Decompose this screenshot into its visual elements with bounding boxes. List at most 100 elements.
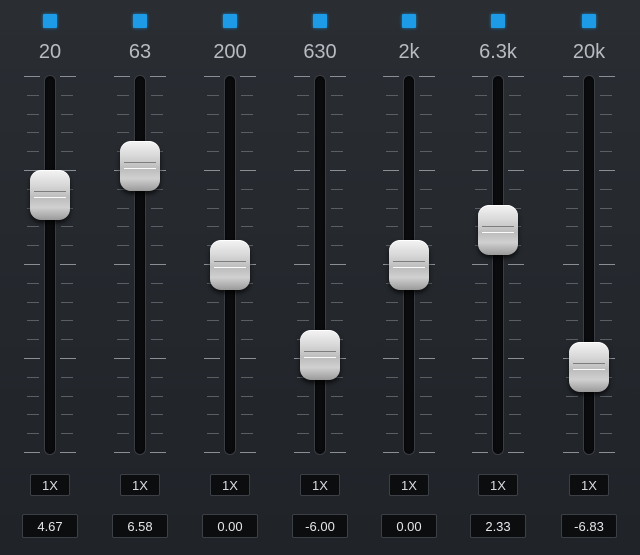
scale-tick — [117, 376, 129, 378]
scale-tick — [151, 94, 163, 96]
band-multiplier-button[interactable]: 1X — [210, 474, 250, 496]
scale-tick — [600, 395, 612, 397]
scale-tick — [241, 414, 253, 416]
scale-tick — [386, 320, 398, 322]
scale-tick — [386, 151, 398, 153]
scale-tick — [297, 301, 309, 303]
scale-tick — [61, 376, 73, 378]
scale-tick — [386, 376, 398, 378]
scale-tick — [331, 132, 343, 134]
scale-tick — [420, 151, 432, 153]
scale-tick — [420, 339, 432, 341]
scale-tick — [420, 395, 432, 397]
eq-band-630: 630 1X -6.00 — [285, 0, 355, 555]
band-gain-value-field[interactable]: 0.00 — [202, 514, 258, 538]
band-gain-value-field[interactable]: -6.83 — [561, 514, 617, 538]
scale-tick — [294, 452, 310, 453]
scale-tick — [297, 282, 309, 284]
band-enable-led[interactable] — [402, 14, 416, 28]
slider-track[interactable] — [315, 76, 325, 454]
band-enable-led[interactable] — [133, 14, 147, 28]
slider-track[interactable] — [584, 76, 594, 454]
scale-tick — [508, 76, 524, 77]
band-multiplier-button[interactable]: 1X — [389, 474, 429, 496]
scale-tick — [207, 376, 219, 378]
scale-tick — [151, 339, 163, 341]
scale-tick — [241, 151, 253, 153]
scale-tick — [420, 414, 432, 416]
band-multiplier-button[interactable]: 1X — [478, 474, 518, 496]
scale-tick — [472, 264, 488, 265]
scale-tick — [151, 226, 163, 228]
band-enable-led[interactable] — [43, 14, 57, 28]
band-gain-value-field[interactable]: -6.00 — [292, 514, 348, 538]
scale-tick — [566, 320, 578, 322]
eq-band-6.3k: 6.3k 1X 2.33 — [463, 0, 533, 555]
band-multiplier-button[interactable]: 1X — [569, 474, 609, 496]
band-enable-led[interactable] — [223, 14, 237, 28]
scale-tick — [420, 226, 432, 228]
slider-track[interactable] — [135, 76, 145, 454]
scale-tick — [566, 395, 578, 397]
scale-tick — [240, 170, 256, 171]
slider-track[interactable] — [45, 76, 55, 454]
scale-tick — [386, 226, 398, 228]
scale-tick — [151, 282, 163, 284]
scale-tick — [241, 132, 253, 134]
band-multiplier-button[interactable]: 1X — [120, 474, 160, 496]
slider-knob[interactable] — [569, 342, 609, 393]
band-gain-value-field[interactable]: 6.58 — [112, 514, 168, 538]
scale-tick — [420, 301, 432, 303]
band-multiplier-button[interactable]: 1X — [30, 474, 70, 496]
scale-tick — [61, 320, 73, 322]
scale-tick — [297, 207, 309, 209]
slider-knob[interactable] — [478, 205, 518, 256]
scale-tick — [563, 452, 579, 453]
scale-tick — [294, 264, 310, 265]
scale-tick — [150, 358, 166, 359]
scale-tick — [27, 226, 39, 228]
scale-tick — [117, 282, 129, 284]
band-frequency-label: 63 — [128, 41, 152, 63]
scale-tick — [61, 245, 73, 247]
band-gain-value-field[interactable]: 2.33 — [470, 514, 526, 538]
scale-tick — [207, 414, 219, 416]
scale-tick — [475, 188, 487, 190]
scale-tick — [331, 245, 343, 247]
slider-knob[interactable] — [300, 330, 340, 380]
slider-knob[interactable] — [389, 240, 429, 290]
scale-tick — [241, 226, 253, 228]
scale-tick — [600, 188, 612, 190]
scale-tick — [297, 113, 309, 115]
scale-tick — [117, 207, 129, 209]
slider-knob[interactable] — [210, 240, 250, 290]
eq-band-20k: 20k 1X -6.83 — [554, 0, 624, 555]
scale-tick — [117, 433, 129, 435]
band-gain-value-field[interactable]: 0.00 — [381, 514, 437, 538]
band-enable-led[interactable] — [582, 14, 596, 28]
scale-tick — [297, 395, 309, 397]
band-enable-led[interactable] — [313, 14, 327, 28]
band-multiplier-button[interactable]: 1X — [300, 474, 340, 496]
scale-tick — [297, 245, 309, 247]
slider-track[interactable] — [493, 76, 503, 454]
scale-tick — [472, 170, 488, 171]
scale-tick — [600, 132, 612, 134]
scale-tick — [475, 339, 487, 341]
scale-tick — [27, 132, 39, 134]
scale-tick — [331, 113, 343, 115]
slider-knob[interactable] — [30, 169, 70, 220]
scale-tick — [207, 207, 219, 209]
scale-tick — [509, 301, 521, 303]
scale-tick — [240, 358, 256, 359]
band-enable-led[interactable] — [491, 14, 505, 28]
scale-tick — [600, 282, 612, 284]
scale-tick — [117, 226, 129, 228]
band-gain-value-field[interactable]: 4.67 — [22, 514, 78, 538]
scale-tick — [204, 170, 220, 171]
slider-knob[interactable] — [120, 141, 160, 192]
scale-tick — [331, 188, 343, 190]
scale-tick — [241, 395, 253, 397]
scale-tick — [331, 94, 343, 96]
scale-tick — [27, 433, 39, 435]
